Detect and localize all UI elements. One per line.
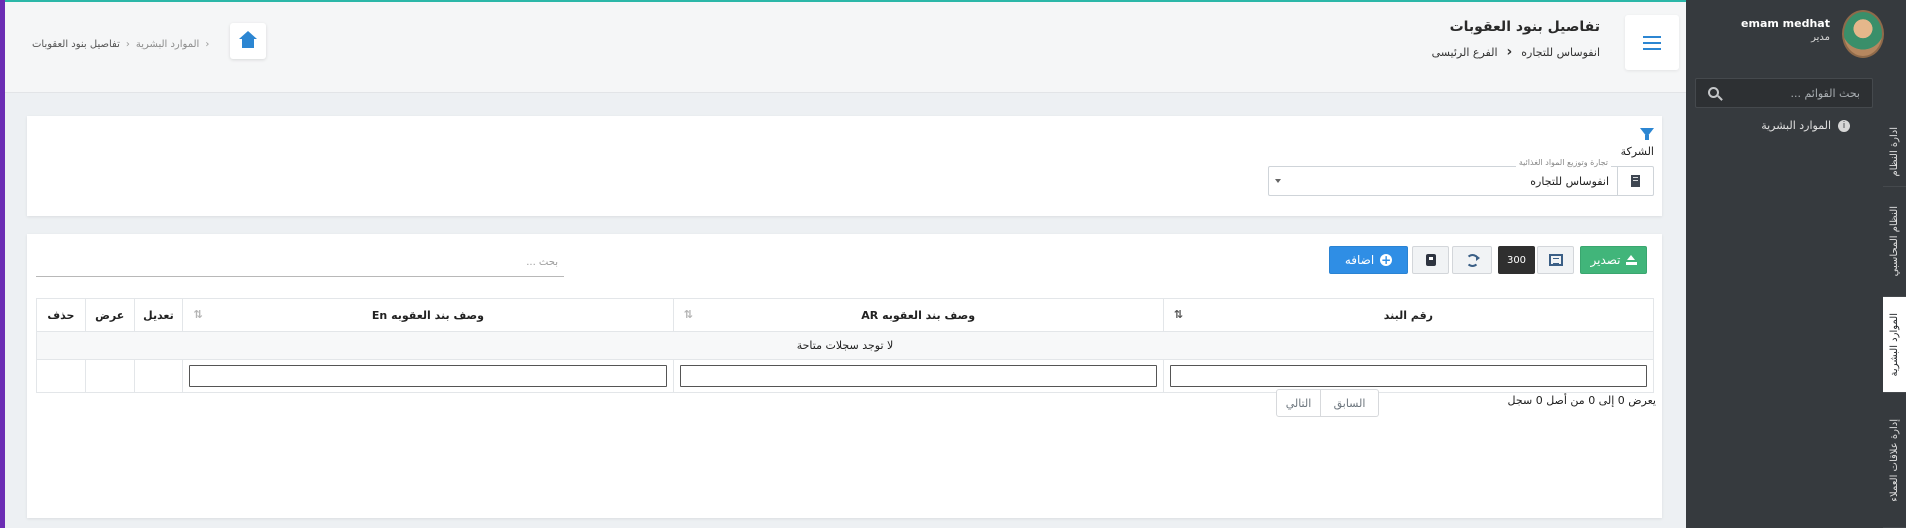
page-header: تفاصيل بنود العقوبات انفوساس للتجاره ‹ ا… <box>5 2 1686 93</box>
menu-toggle-button[interactable] <box>1625 15 1679 70</box>
avatar <box>1842 10 1884 58</box>
column-header[interactable]: وصف بند العقوبه En ⇅ <box>182 298 674 332</box>
empty-row: لا توجد سجلات متاحة <box>36 331 1654 360</box>
chevron-left-icon: ‹ <box>1506 44 1513 60</box>
company-label: الشركة <box>1620 145 1654 158</box>
penalty-items-table: رقم البند ⇅ وصف بند العقوبه AR ⇅ وصف بند ا… <box>36 298 1655 393</box>
desc-ar-filter-input[interactable] <box>679 365 1157 387</box>
column-filter-row <box>36 359 1655 393</box>
sidebar-item-hr[interactable]: الموارد البشرية i <box>1761 119 1850 132</box>
tab-label: ادارة النظام <box>1889 126 1900 177</box>
next-page-button[interactable]: التالي <box>1276 389 1321 417</box>
tab-crm[interactable]: إدارة علاقات العملاء <box>1883 393 1906 528</box>
home-icon <box>239 31 257 49</box>
table-search-input[interactable] <box>36 249 564 276</box>
list-icon <box>1643 35 1661 50</box>
column-header[interactable]: رقم البند ⇅ <box>1162 298 1655 332</box>
column-header-label: وصف بند العقوبه AR <box>861 308 976 322</box>
sidebar-search <box>1695 78 1873 108</box>
search-icon <box>1708 87 1719 98</box>
tab-hr[interactable]: الموارد البشرية <box>1883 297 1906 393</box>
home-button[interactable] <box>230 23 266 59</box>
building-icon <box>1631 175 1640 187</box>
breadcrumb: ‹ الموارد البشرية ‹ تفاصيل بنود العقوبات <box>32 39 209 50</box>
user-role: مدير <box>1811 32 1830 43</box>
desc-en-filter-input[interactable] <box>189 365 667 387</box>
table-header-row: رقم البند ⇅ وصف بند العقوبه AR ⇅ وصف بند ا… <box>36 298 1655 332</box>
company-name: انفوساس للتجاره <box>1521 45 1600 59</box>
column-header-label: وصف بند العقوبه En <box>371 308 485 322</box>
company-select[interactable]: تجارة وتوزيع المواد الغذائية انفوساس للت… <box>1268 158 1654 196</box>
company-select-float-label: تجارة وتوزيع المواد الغذائية <box>1515 158 1611 167</box>
filter-cell <box>133 359 184 393</box>
column-header-label: رقم البند <box>1383 308 1433 322</box>
filter-cell <box>84 359 135 393</box>
user-profile[interactable]: emam medhat مدير <box>1686 0 1906 68</box>
page-size-button[interactable]: 300 <box>1498 246 1535 274</box>
add-button[interactable]: اضافه + <box>1329 246 1408 274</box>
column-header-view: عرض <box>84 298 135 332</box>
vertical-module-tabs: ادارة النظام النظام المحاسبي الموارد الب… <box>1883 117 1906 528</box>
plus-circle-icon: + <box>1380 253 1393 267</box>
company-branch-path: انفوساس للتجاره ‹ الفرع الرئيسى <box>1432 44 1600 60</box>
item-number-filter-input[interactable] <box>1169 365 1647 387</box>
column-header[interactable]: وصف بند العقوبه AR ⇅ <box>672 298 1164 332</box>
table-card: تصدير 300 اضافه + رقم البند ⇅ وصف بند الع… <box>27 234 1662 518</box>
user-name: emam medhat <box>1741 17 1830 30</box>
refresh-icon <box>1465 253 1479 267</box>
breadcrumb-current: تفاصيل بنود العقوبات <box>32 39 120 50</box>
chevron-icon: ‹ <box>205 39 210 50</box>
page-title: تفاصيل بنود العقوبات <box>1449 19 1600 35</box>
filter-cell <box>182 359 674 393</box>
filter-card: الشركة تجارة وتوزيع المواد الغذائية انفو… <box>27 116 1662 216</box>
chevron-icon: ‹ <box>125 39 130 50</box>
report-button[interactable] <box>1412 246 1449 274</box>
previous-page-button[interactable]: السابق <box>1321 389 1379 417</box>
book-icon <box>1425 254 1436 266</box>
caret-down-icon[interactable] <box>1275 179 1281 183</box>
export-button[interactable]: تصدير <box>1580 246 1647 274</box>
tab-label: النظام المحاسبي <box>1889 206 1900 277</box>
column-visibility-button[interactable] <box>1537 246 1574 274</box>
sort-icon[interactable]: ⇅ <box>193 308 202 321</box>
filter-icon[interactable] <box>1640 128 1654 140</box>
refresh-button[interactable] <box>1452 246 1492 274</box>
table-search <box>36 249 564 277</box>
column-header-delete: حذف <box>36 298 86 332</box>
company-select-icon-box <box>1617 167 1653 195</box>
table-info: يعرض 0 إلى 0 من أصل 0 سجل <box>1507 394 1656 407</box>
filter-cell <box>672 359 1164 393</box>
tab-label: الموارد البشرية <box>1889 312 1900 377</box>
tab-system-admin[interactable]: ادارة النظام <box>1883 117 1906 187</box>
sidebar-search-input[interactable] <box>1696 79 1872 107</box>
sort-icon[interactable]: ⇅ <box>1174 308 1183 321</box>
upload-icon <box>1625 255 1637 265</box>
export-label: تصدير <box>1590 253 1621 267</box>
empty-message: لا توجد سجلات متاحة <box>36 331 1654 360</box>
info-circle-icon: i <box>1838 119 1850 132</box>
column-header-edit: تعديل <box>133 298 184 332</box>
tab-accounting[interactable]: النظام المحاسبي <box>1883 187 1906 297</box>
breadcrumb-hr-link[interactable]: الموارد البشرية <box>136 39 199 50</box>
tab-label: إدارة علاقات العملاء <box>1889 418 1900 502</box>
sidebar: emam medhat مدير الموارد البشرية i <box>1686 0 1906 528</box>
add-label: اضافه <box>1344 253 1375 267</box>
table-list-icon <box>1548 254 1563 266</box>
pagination: التالي السابق <box>1276 389 1379 417</box>
filter-cell <box>36 359 86 393</box>
company-select-value: انفوساس للتجاره <box>1530 175 1609 188</box>
branch-name: الفرع الرئيسى <box>1431 45 1498 59</box>
sidebar-item-label: الموارد البشرية <box>1761 119 1831 132</box>
sort-icon[interactable]: ⇅ <box>684 308 693 321</box>
filter-cell <box>1162 359 1655 393</box>
